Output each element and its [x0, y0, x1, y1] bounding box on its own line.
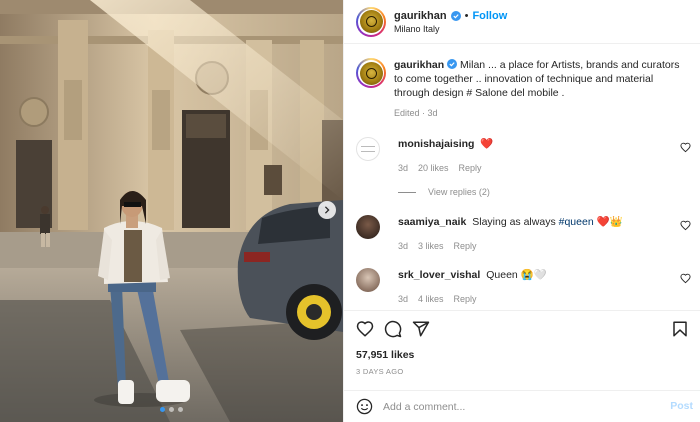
post-comment-button[interactable]: Post	[670, 400, 693, 412]
location-link[interactable]: Milano Italy	[394, 24, 507, 34]
comment-emoji: ❤️👑	[596, 216, 623, 228]
add-comment-bar: Post	[344, 390, 700, 422]
caption-author-avatar[interactable]	[356, 58, 386, 88]
carousel-dot	[169, 407, 174, 412]
add-comment-input[interactable]	[383, 400, 653, 413]
commenter-avatar[interactable]	[356, 215, 380, 239]
commenter-username-link[interactable]: srk_lover_vishal	[398, 269, 480, 281]
carousel-dot	[178, 407, 183, 412]
commenter-username-link[interactable]: monishajaising	[398, 138, 474, 150]
comment-likes-link[interactable]: 4 likes	[418, 294, 444, 304]
comments-list[interactable]: gaurikhan Milan ... a place for Artists,…	[344, 45, 700, 310]
commenter-avatar[interactable]	[356, 268, 380, 292]
likes-count-link[interactable]: 57,951 likes	[356, 349, 414, 361]
post-date[interactable]: 3 DAYS AGO	[356, 367, 403, 376]
commenter-avatar[interactable]	[356, 137, 380, 161]
comment-age: 3d	[398, 241, 409, 251]
comment-emoji: 😭🤍	[520, 269, 547, 281]
comment-emoji: ❤️	[480, 138, 494, 150]
comment-like-heart-icon[interactable]	[680, 220, 691, 231]
comment-likes-link[interactable]: 3 likes	[418, 241, 444, 251]
comment-likes-link[interactable]: 20 likes	[418, 163, 449, 173]
follow-button[interactable]: Follow	[472, 10, 507, 22]
author-avatar[interactable]	[356, 6, 386, 37]
caption-text: gaurikhan Milan ... a place for Artists,…	[394, 58, 691, 100]
reply-button[interactable]: Reply	[459, 163, 482, 173]
bookmark-icon[interactable]	[671, 320, 689, 338]
instagram-post: gaurikhan • Follow Milano Italy gaurikha…	[0, 0, 700, 422]
next-slide-button[interactable]	[318, 201, 336, 219]
post-header: gaurikhan • Follow Milano Italy	[344, 0, 700, 44]
comment-item: srk_lover_vishal Queen 😭🤍 3d 4 likes Rep…	[356, 268, 691, 304]
author-username-link[interactable]: gaurikhan	[394, 10, 447, 22]
comment-like-heart-icon[interactable]	[680, 273, 691, 284]
post-side-panel: gaurikhan • Follow Milano Italy gaurikha…	[343, 0, 700, 422]
caption-username-link[interactable]: gaurikhan	[394, 59, 444, 71]
carousel-indicator	[0, 407, 343, 412]
smiley-icon[interactable]	[356, 398, 373, 415]
caption-meta: Edited · 3d	[394, 108, 438, 118]
carousel-dot-active	[160, 407, 165, 412]
verified-badge-icon	[450, 10, 461, 21]
photo-scene	[0, 0, 343, 422]
comment-age: 3d	[398, 163, 409, 173]
post-action-bar	[344, 310, 700, 344]
commenter-username-link[interactable]: saamiya_naik	[398, 216, 466, 228]
comment-item: monishajaising ❤️ 3d 20 likes Reply	[356, 137, 691, 173]
comment-text: Queen	[486, 269, 518, 281]
comment-age: 3d	[398, 294, 409, 304]
hashtag-link[interactable]: #queen	[559, 216, 594, 228]
reply-button[interactable]: Reply	[454, 241, 477, 251]
heart-outline-icon[interactable]	[356, 320, 374, 338]
verified-badge-icon	[447, 59, 458, 69]
view-replies-label: View replies (2)	[428, 187, 490, 197]
post-caption: gaurikhan Milan ... a place for Artists,…	[356, 58, 691, 118]
view-replies-button[interactable]: View replies (2)	[398, 187, 490, 197]
comment-text: Slaying as always	[472, 216, 556, 228]
comment-item: saamiya_naik Slaying as always #queen ❤️…	[356, 215, 691, 251]
chevron-right-icon	[324, 206, 330, 214]
paper-plane-icon[interactable]	[412, 320, 430, 338]
comment-like-heart-icon[interactable]	[680, 142, 691, 153]
speech-bubble-icon[interactable]	[384, 320, 402, 338]
header-separator: •	[464, 9, 469, 22]
post-photo[interactable]	[0, 0, 343, 422]
reply-button[interactable]: Reply	[454, 294, 477, 304]
